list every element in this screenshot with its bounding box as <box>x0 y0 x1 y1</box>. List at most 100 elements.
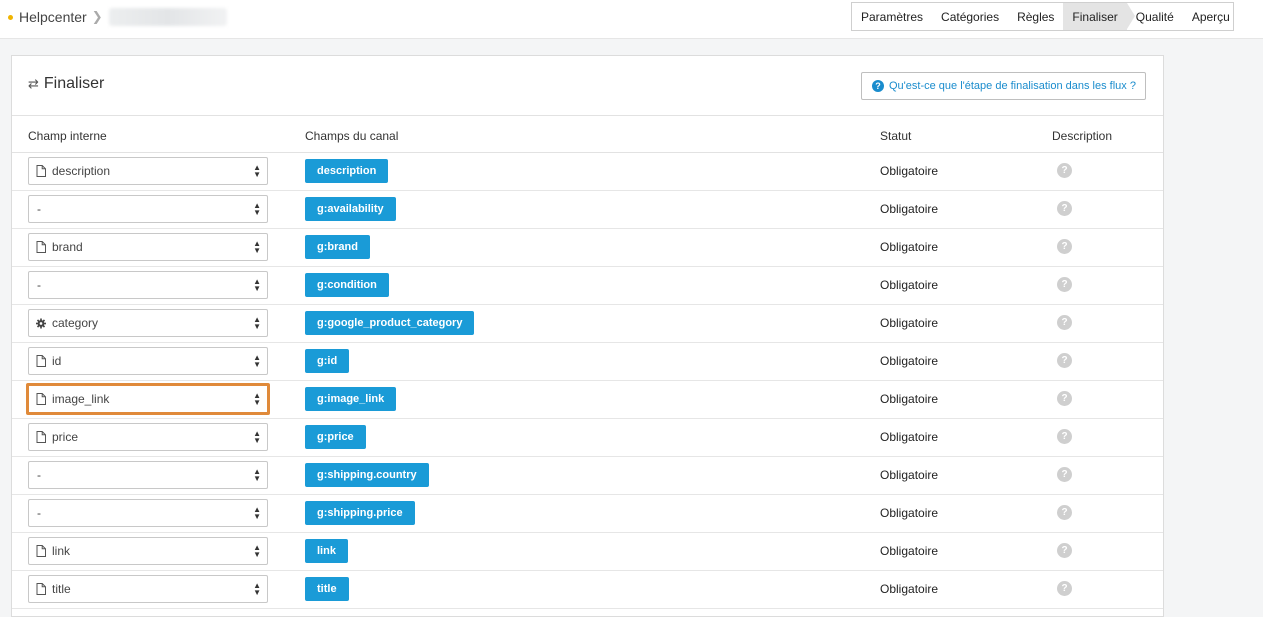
finalize-panel: ⇄ Finaliser ? Qu'est-ce que l'étape de f… <box>11 55 1164 617</box>
description-help-icon[interactable]: ? <box>1057 505 1072 520</box>
step-tab-4[interactable]: Qualité <box>1127 3 1183 30</box>
status-text: Obligatoire <box>880 506 939 520</box>
description-help-icon[interactable]: ? <box>1057 201 1072 216</box>
status-text: Obligatoire <box>880 392 939 406</box>
file-icon <box>36 165 46 178</box>
table-row: link ▲ ▼ link Obligatoire? <box>12 533 1163 571</box>
internal-field-select[interactable]: id ▲ ▼ <box>28 347 268 375</box>
internal-field-select[interactable]: - ▲ ▼ <box>28 499 268 527</box>
panel-header: ⇄ Finaliser ? Qu'est-ce que l'étape de f… <box>12 56 1163 116</box>
internal-field-select[interactable]: - ▲ ▼ <box>28 461 268 489</box>
description-help-icon[interactable]: ? <box>1057 581 1072 596</box>
description-help-icon[interactable]: ? <box>1057 353 1072 368</box>
internal-field-select[interactable]: image_link ▲ ▼ <box>26 383 270 415</box>
step-tab-2[interactable]: Règles <box>1008 3 1063 30</box>
status-text: Obligatoire <box>880 544 939 558</box>
description-help-icon[interactable]: ? <box>1057 543 1072 558</box>
sliders-icon: ⇄ <box>28 76 39 91</box>
status-text: Obligatoire <box>880 582 939 596</box>
table-row: id ▲ ▼ g:id Obligatoire? <box>12 343 1163 381</box>
select-value: - <box>37 278 41 292</box>
sort-arrows-icon: ▲ ▼ <box>253 543 261 559</box>
channel-field-tag: g:availability <box>305 197 396 221</box>
status-text: Obligatoire <box>880 202 939 216</box>
status-text: Obligatoire <box>880 468 939 482</box>
step-tab-0[interactable]: Paramètres <box>852 3 932 30</box>
table-row: description ▲ ▼ description Obligatoire? <box>12 153 1163 191</box>
description-help-icon[interactable]: ? <box>1057 163 1072 178</box>
internal-field-select[interactable]: description ▲ ▼ <box>28 157 268 185</box>
sort-arrows-icon: ▲ ▼ <box>253 467 261 483</box>
step-tab-3[interactable]: Finaliser <box>1063 3 1136 30</box>
file-icon <box>36 393 46 406</box>
chevron-right-icon: ❯ <box>91 9 103 24</box>
select-value: price <box>52 430 79 444</box>
table-row: - ▲ ▼ g:shipping.country Obligatoire? <box>12 457 1163 495</box>
channel-field-tag: g:brand <box>305 235 370 259</box>
internal-field-select[interactable]: price ▲ ▼ <box>28 423 268 451</box>
status-text: Obligatoire <box>880 164 939 178</box>
file-icon <box>36 241 46 254</box>
description-help-icon[interactable]: ? <box>1057 391 1072 406</box>
column-header-description: Description <box>1052 129 1113 143</box>
internal-field-select[interactable]: - ▲ ▼ <box>28 195 268 223</box>
column-header-status: Statut <box>880 129 912 143</box>
status-text: Obligatoire <box>880 354 939 368</box>
internal-field-select[interactable]: category ▲ ▼ <box>28 309 268 337</box>
select-value: image_link <box>52 392 110 406</box>
sort-arrows-icon: ▲ ▼ <box>253 505 261 521</box>
gear-icon <box>36 317 46 330</box>
status-dot-icon <box>8 14 13 20</box>
channel-field-tag: link <box>305 539 348 563</box>
breadcrumb: Helpcenter ❯ <box>8 0 227 34</box>
channel-field-tag: g:google_product_category <box>305 311 475 335</box>
select-value: - <box>37 506 41 520</box>
description-help-icon[interactable]: ? <box>1057 429 1072 444</box>
sort-arrows-icon: ▲ ▼ <box>253 163 261 179</box>
status-text: Obligatoire <box>880 240 939 254</box>
select-value: id <box>52 354 62 368</box>
table-row: - ▲ ▼ g:availability Obligatoire? <box>12 191 1163 229</box>
description-help-icon[interactable]: ? <box>1057 239 1072 254</box>
channel-field-tag: g:shipping.country <box>305 463 429 487</box>
breadcrumb-root[interactable]: Helpcenter <box>19 9 87 25</box>
file-icon <box>36 545 46 558</box>
internal-field-select[interactable]: link ▲ ▼ <box>28 537 268 565</box>
description-help-icon[interactable]: ? <box>1057 467 1072 482</box>
column-header-internal: Champ interne <box>28 129 107 143</box>
channel-field-tag: description <box>305 159 389 183</box>
step-tab-5[interactable]: Aperçu <box>1183 3 1239 30</box>
sort-arrows-icon: ▲ ▼ <box>253 277 261 293</box>
sort-arrows-icon: ▲ ▼ <box>253 353 261 369</box>
internal-field-select[interactable]: - ▲ ▼ <box>28 271 268 299</box>
channel-field-tag: title <box>305 577 349 601</box>
table-row: - ▲ ▼ g:shipping.price Obligatoire? <box>12 495 1163 533</box>
panel-title: ⇄ Finaliser <box>28 75 104 93</box>
file-icon <box>36 355 46 368</box>
internal-field-select[interactable]: brand ▲ ▼ <box>28 233 268 261</box>
channel-field-tag: g:condition <box>305 273 389 297</box>
status-text: Obligatoire <box>880 430 939 444</box>
step-tab-1[interactable]: Catégories <box>932 3 1008 30</box>
file-icon <box>36 583 46 596</box>
sort-arrows-icon: ▲ ▼ <box>253 201 261 217</box>
description-help-icon[interactable]: ? <box>1057 277 1072 292</box>
select-value: link <box>52 544 71 558</box>
table-row: brand ▲ ▼ g:brand Obligatoire? <box>12 229 1163 267</box>
select-value: category <box>52 316 99 330</box>
table-row: - ▲ ▼ g:condition Obligatoire? <box>12 267 1163 305</box>
panel-title-text: Finaliser <box>43 75 105 92</box>
sort-arrows-icon: ▲ ▼ <box>253 315 261 331</box>
table-header: Champ interne Champs du canal Statut Des… <box>12 116 1163 153</box>
channel-field-tag: g:id <box>305 349 350 373</box>
help-button-label: Qu'est-ce que l'étape de finalisation da… <box>889 80 1136 92</box>
help-button[interactable]: ? Qu'est-ce que l'étape de finalisation … <box>861 72 1146 100</box>
question-circle-icon: ? <box>872 80 884 92</box>
internal-field-select[interactable]: title ▲ ▼ <box>28 575 268 603</box>
top-bar: Helpcenter ❯ Paramètres Catégories Règles F… <box>0 0 1263 39</box>
sort-arrows-icon: ▲ ▼ <box>253 581 261 597</box>
description-help-icon[interactable]: ? <box>1057 315 1072 330</box>
file-icon <box>36 431 46 444</box>
table-row: category ▲ ▼ g:google_product_category Oblig… <box>12 305 1163 343</box>
select-value: - <box>37 202 41 216</box>
